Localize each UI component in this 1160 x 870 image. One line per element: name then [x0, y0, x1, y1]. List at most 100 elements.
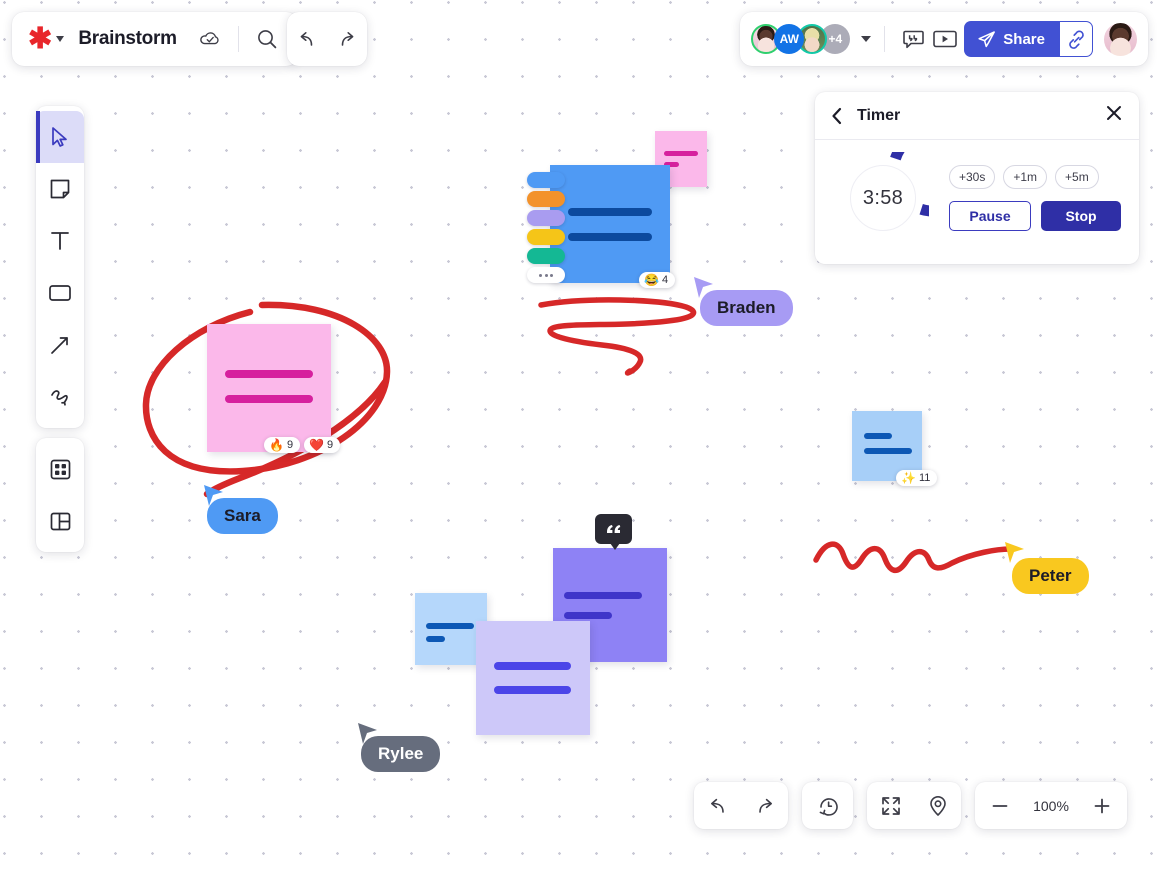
sticky-text-line [568, 233, 652, 241]
reaction-count: 11 [918, 472, 931, 484]
reaction-count: 9 [286, 439, 294, 451]
pause-button[interactable]: Pause [949, 201, 1031, 231]
cloud-check-icon[interactable] [195, 24, 225, 54]
sticky-text-line [864, 448, 912, 454]
share-button[interactable]: Share [964, 21, 1060, 57]
apps-tool[interactable] [36, 443, 84, 495]
sticky-text-line [426, 623, 474, 629]
fit-screen-icon [881, 796, 900, 815]
sticky-text-line [564, 592, 642, 599]
stop-button[interactable]: Stop [1041, 201, 1121, 231]
search-icon[interactable] [252, 24, 282, 54]
plus-icon [1094, 798, 1110, 813]
sticky-color-palette[interactable] [527, 172, 565, 283]
bottom-version-toolbar [802, 782, 853, 829]
add-5m-button[interactable]: +5m [1055, 165, 1099, 189]
copy-link-button[interactable] [1060, 21, 1093, 57]
shape-tool[interactable] [36, 267, 84, 319]
share-label: Share [1003, 30, 1045, 48]
bottom-history-toolbar [694, 782, 788, 829]
redo-icon[interactable] [332, 24, 362, 54]
redo-button[interactable] [741, 782, 788, 829]
sticky-note-lavender[interactable] [476, 621, 590, 735]
text-tool[interactable] [36, 215, 84, 267]
more-colors-button[interactable] [527, 267, 565, 283]
present-play-icon[interactable] [928, 24, 962, 54]
select-tool[interactable] [36, 111, 84, 163]
avatar-group[interactable]: AW +4 [751, 24, 851, 54]
history-button[interactable] [802, 782, 853, 829]
pen-tool[interactable] [36, 371, 84, 423]
tool-rail-secondary [36, 438, 84, 552]
color-swatch[interactable] [527, 248, 565, 264]
redo-icon [758, 798, 772, 813]
page-title: Brainstorm [78, 28, 177, 49]
color-swatch[interactable] [527, 172, 565, 188]
cursor-sara[interactable]: Sara [207, 498, 278, 534]
line-tool[interactable] [36, 319, 84, 371]
cursor-rylee[interactable]: Rylee [361, 736, 441, 772]
reaction-count: 9 [326, 439, 334, 451]
add-1m-button[interactable]: +1m [1003, 165, 1048, 189]
color-swatch[interactable] [527, 210, 565, 226]
asterisk-logo-icon[interactable]: ✱ [28, 24, 52, 54]
current-user-avatar[interactable] [1104, 22, 1137, 56]
sticky-text-line [225, 395, 313, 403]
sticky-note-tool[interactable] [36, 163, 84, 215]
zoom-out-button[interactable] [975, 782, 1026, 829]
reaction-heart[interactable]: ❤️ 9 [304, 437, 341, 453]
sticky-note-pink-large[interactable] [207, 324, 331, 452]
ink-squiggle-annotation [813, 541, 1013, 573]
divider [884, 26, 886, 52]
close-icon[interactable] [1105, 104, 1123, 127]
fit-screen-button[interactable] [867, 782, 914, 829]
share-control-group: Share [964, 21, 1093, 57]
timer-header: Timer [815, 92, 1139, 140]
color-swatch[interactable] [527, 229, 565, 245]
bottom-zoom-toolbar: 100% [975, 782, 1127, 829]
sticky-note-blue-large[interactable] [550, 165, 670, 283]
reaction-fire[interactable]: 🔥 9 [264, 437, 301, 453]
reaction-laugh[interactable]: 😂 4 [639, 272, 676, 288]
history-toolbar [287, 12, 367, 66]
cursor-braden[interactable]: Braden [700, 290, 793, 326]
zoom-level[interactable]: 100% [1026, 782, 1077, 829]
add-30s-button[interactable]: +30s [949, 165, 996, 189]
map-pin-icon [929, 795, 946, 816]
undo-button[interactable] [694, 782, 741, 829]
sticky-text-line [225, 370, 313, 378]
timer-panel: Timer 3:58 +30s +1m +5m Pause Stop [815, 92, 1139, 264]
timer-controls: +30s +1m +5m Pause Stop [949, 165, 1121, 231]
sticky-text-line [564, 612, 612, 619]
chevron-down-icon[interactable] [861, 36, 872, 42]
back-icon[interactable] [831, 107, 843, 125]
sticky-text-line [426, 636, 445, 642]
timer-progress-ring: 3:58 [837, 125, 979, 244]
timer-body: 3:58 +30s +1m +5m Pause Stop [815, 125, 1139, 244]
reaction-count: 4 [661, 274, 669, 286]
reaction-sparkle[interactable]: ✨ 11 [896, 470, 938, 486]
chevron-down-icon[interactable] [56, 36, 65, 42]
locate-button[interactable] [914, 782, 961, 829]
avatar[interactable]: AW [774, 24, 805, 54]
comment-marker[interactable] [595, 514, 632, 550]
timer-value-wrap: 3:58 [850, 165, 916, 231]
zoom-in-button[interactable] [1076, 782, 1127, 829]
undo-icon[interactable] [292, 24, 322, 54]
color-swatch[interactable] [527, 191, 565, 207]
history-clock-icon [819, 797, 838, 816]
templates-tool[interactable] [36, 495, 84, 547]
ink-spiral-annotation [538, 297, 697, 376]
whiteboard-canvas[interactable]: 😂 4 🔥 9 ❤️ 9 ✨ 11 Braden Sara Rylee Pete… [0, 0, 1160, 870]
fire-emoji-icon: 🔥 [269, 438, 284, 452]
quote-comment-icon [607, 525, 621, 533]
timer-add-chips: +30s +1m +5m [949, 165, 1121, 189]
sticky-text-line [664, 151, 698, 156]
paper-plane-icon [978, 30, 996, 47]
divider [237, 26, 239, 52]
bottom-view-toolbar [867, 782, 961, 829]
comment-icon[interactable] [898, 24, 928, 54]
sticky-text-line [494, 686, 571, 694]
cursor-peter[interactable]: Peter [1012, 558, 1089, 594]
collaboration-toolbar: AW +4 Share [740, 12, 1148, 66]
